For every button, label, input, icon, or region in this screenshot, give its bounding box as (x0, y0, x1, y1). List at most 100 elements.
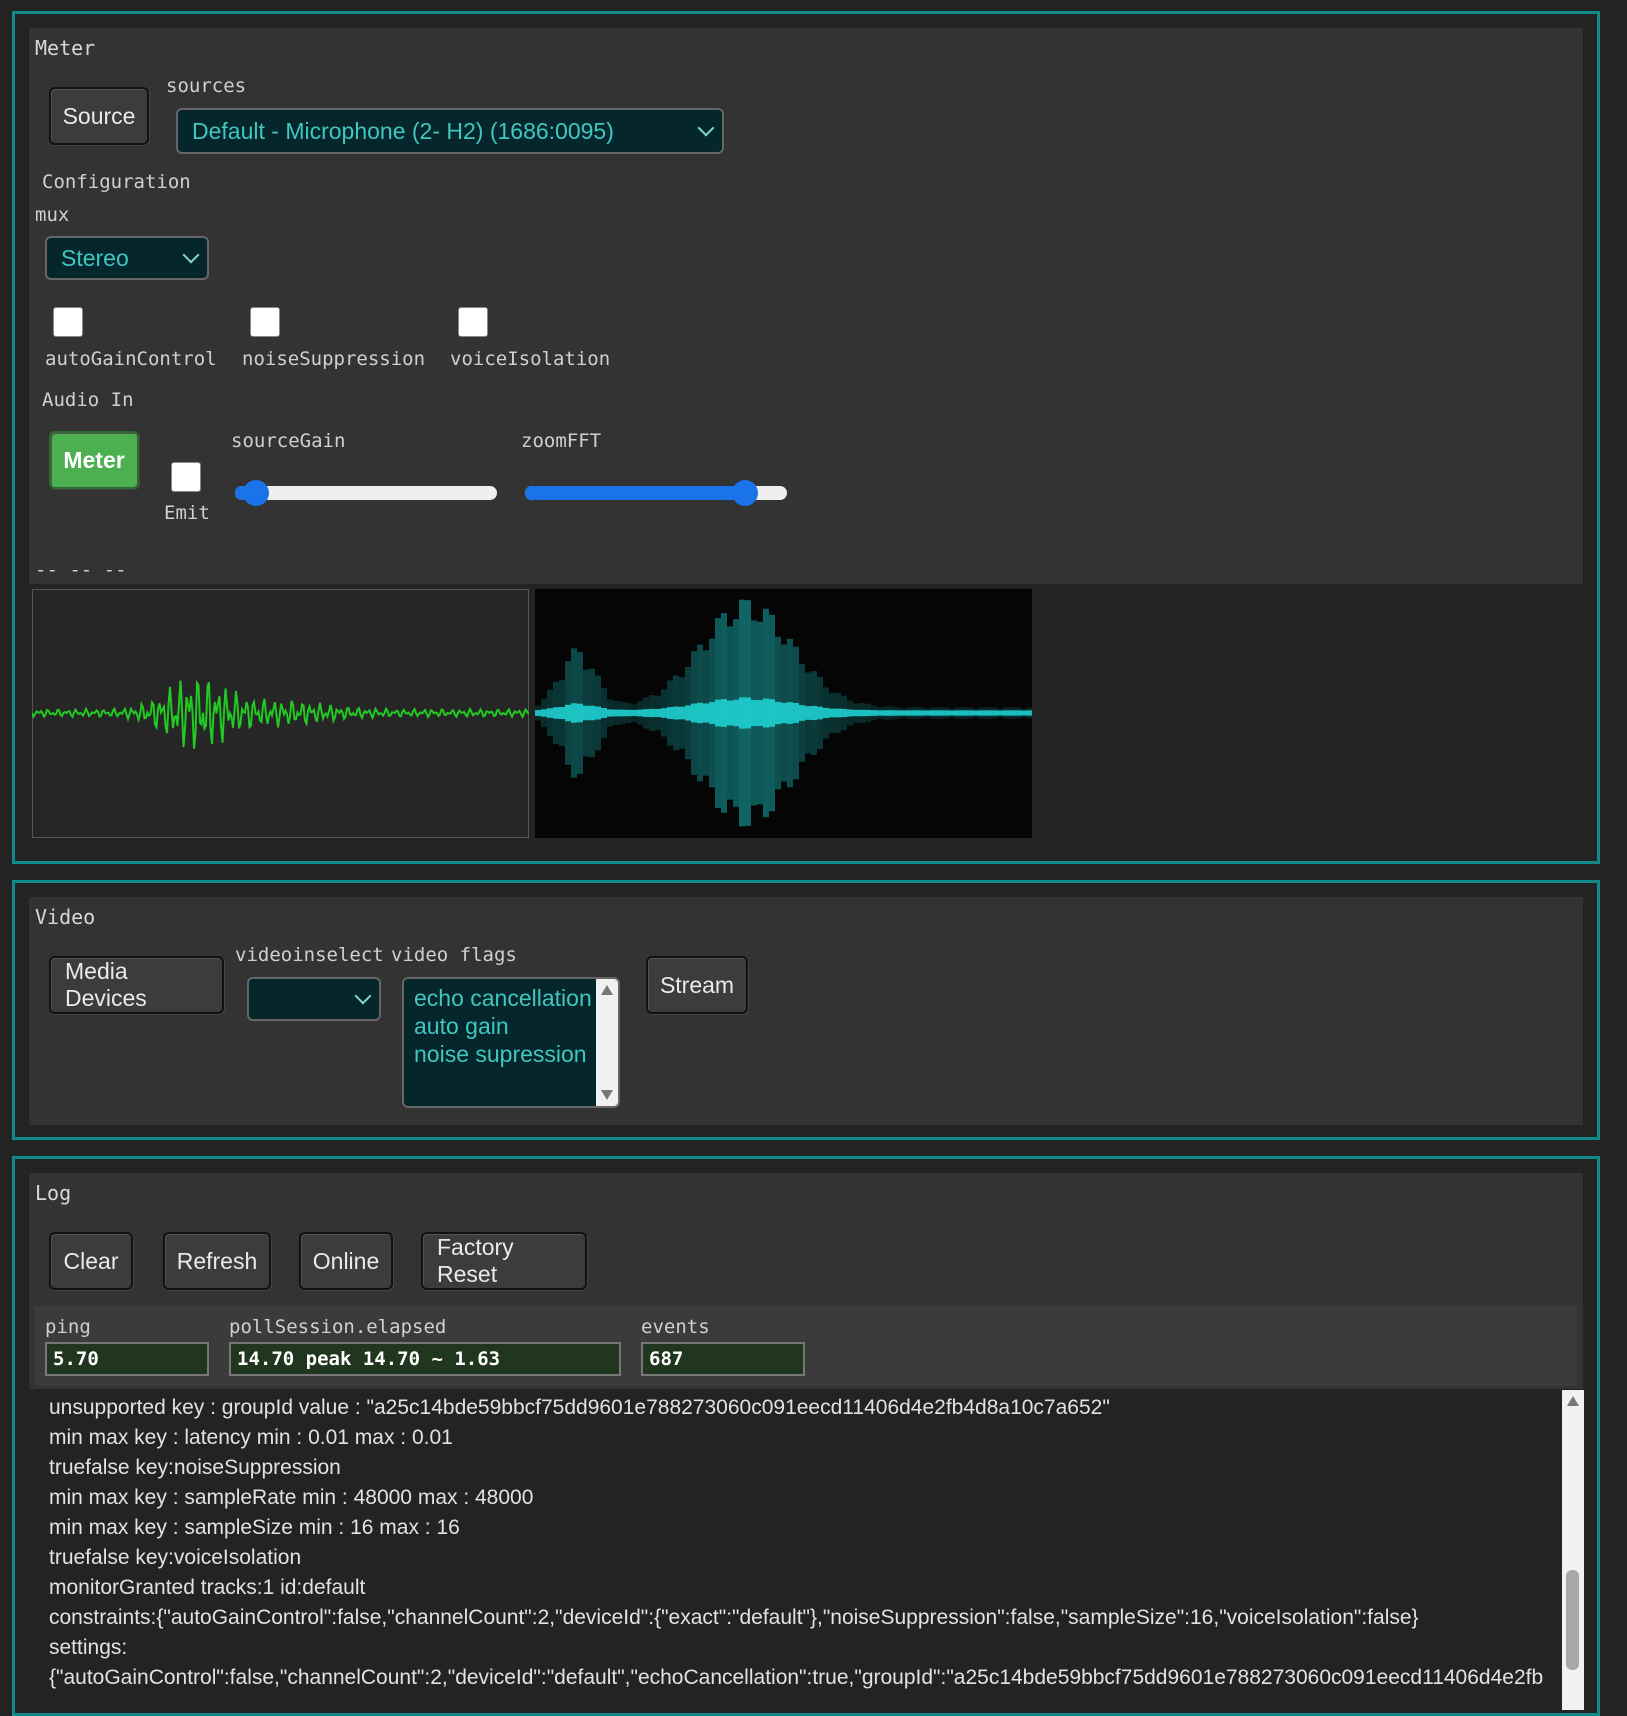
refresh-button[interactable]: Refresh (163, 1232, 271, 1290)
video-panel: Video Media Devices videoinselect video … (12, 880, 1600, 1140)
media-devices-button[interactable]: Media Devices (49, 956, 224, 1014)
mux-label: mux (35, 204, 70, 226)
spectrum-core (997, 710, 1003, 716)
spectrum-core (745, 697, 751, 729)
spectrum-core (919, 710, 925, 716)
chevron-down-icon (354, 987, 372, 1005)
spectrum-canvas (535, 589, 1032, 838)
log-line: constraints:{"autoGainControl":false,"ch… (49, 1606, 1419, 1629)
spectrum-core (877, 710, 883, 716)
events-field[interactable]: 687 (641, 1342, 805, 1376)
log-line: min max key : sampleSize min : 16 max : … (49, 1516, 460, 1539)
zoom-fft-slider[interactable] (525, 480, 787, 506)
source-button[interactable]: Source (49, 87, 149, 145)
spectrum-core (679, 706, 685, 720)
chevron-down-icon (182, 246, 200, 264)
video-flag-option[interactable]: noise supression (414, 1041, 587, 1068)
spectrum-core (541, 709, 547, 717)
spectrum-core (1009, 710, 1015, 716)
spectrum-core (829, 708, 835, 718)
log-line: truefalse key:voiceIsolation (49, 1546, 302, 1569)
spectrum-core (637, 709, 643, 717)
videoinselect-select[interactable] (247, 977, 381, 1021)
ping-field[interactable]: 5.70 (45, 1342, 209, 1376)
log-output[interactable]: unsupported key : groupId value : "a25c1… (29, 1390, 1584, 1710)
spectrum-core (715, 699, 721, 727)
voice-isolation-checkbox[interactable] (458, 307, 488, 337)
spectrum-core (799, 705, 805, 721)
log-line: monitorGranted tracks:1 id:default (49, 1576, 366, 1599)
spectrum-core (673, 706, 679, 720)
spectrum-core (721, 699, 727, 727)
poll-session-field[interactable]: 14.70 peak 14.70 ~ 1.63 (229, 1342, 621, 1376)
video-flag-option[interactable]: echo cancellation (414, 985, 592, 1012)
spectrum-core (667, 707, 673, 719)
spectrum-core (559, 707, 565, 719)
spectrum-core (1015, 710, 1021, 716)
spectrum-core (649, 708, 655, 718)
source-gain-label: sourceGain (231, 430, 346, 452)
source-gain-slider[interactable] (235, 480, 497, 506)
scroll-up-icon[interactable] (601, 985, 613, 995)
spectrum-core (913, 710, 919, 716)
source-gain-slider-thumb[interactable] (242, 480, 269, 506)
stats-bar: ping 5.70 pollSession.elapsed 14.70 peak… (35, 1306, 1577, 1386)
spectrum-core (985, 710, 991, 716)
voice-isolation-label: voiceIsolation (450, 348, 611, 370)
spectrum-core (889, 710, 895, 716)
spectrum-core (613, 709, 619, 717)
log-scrollbar[interactable] (1562, 1390, 1584, 1710)
zoom-fft-slider-thumb[interactable] (732, 480, 759, 506)
log-line: settings: (49, 1636, 128, 1659)
spectrum-core (883, 710, 889, 716)
stream-button[interactable]: Stream (646, 956, 748, 1014)
log-line: min max key : latency min : 0.01 max : 0… (49, 1426, 453, 1449)
spectrum-core (787, 702, 793, 724)
spectrum-core (805, 706, 811, 720)
mux-select[interactable]: Stereo (45, 236, 209, 280)
log-line: truefalse key:noiseSuppression (49, 1456, 341, 1479)
spectrum-core (979, 710, 985, 716)
spectrum-core (661, 708, 667, 718)
spectrum-core (589, 705, 595, 721)
scroll-up-icon[interactable] (1567, 1396, 1579, 1406)
waveform-canvas (32, 589, 529, 838)
spectrum-core (607, 709, 613, 717)
spectrum-core (973, 710, 979, 716)
video-title: Video (35, 905, 96, 929)
spectrum-core (625, 709, 631, 717)
video-flags-listbox[interactable]: echo cancellation auto gain noise supres… (402, 977, 620, 1108)
spectrum-core (751, 699, 757, 727)
emit-checkbox[interactable] (171, 462, 201, 492)
scrollbar-thumb[interactable] (1566, 1570, 1579, 1670)
log-line: {"autoGainControl":false,"channelCount":… (49, 1666, 1544, 1689)
spectrum-core (769, 699, 775, 727)
listbox-scrollbar[interactable] (596, 979, 618, 1106)
log-line: unsupported key : groupId value : "a25c1… (49, 1396, 1110, 1419)
spectrum-core (925, 710, 931, 716)
online-button[interactable]: Online (299, 1232, 393, 1290)
clear-button[interactable]: Clear (49, 1232, 133, 1290)
video-flag-option[interactable]: auto gain (414, 1013, 509, 1040)
sources-select[interactable]: Default - Microphone (2- H2) (1686:0095) (176, 108, 724, 154)
spectrum-core (727, 700, 733, 726)
auto-gain-control-checkbox[interactable] (53, 307, 83, 337)
noise-suppression-label: noiseSuppression (242, 348, 426, 370)
factory-reset-button[interactable]: Factory Reset (421, 1232, 587, 1290)
spectrum-core (871, 710, 877, 716)
zoom-fft-label: zoomFFT (521, 430, 602, 452)
scroll-down-icon[interactable] (601, 1090, 613, 1100)
spectrum-core (841, 708, 847, 718)
auto-gain-control-label: autoGainControl (45, 348, 217, 370)
log-line: min max key : sampleRate min : 48000 max… (49, 1486, 534, 1509)
configuration-label: Configuration (42, 171, 191, 193)
meter-button[interactable]: Meter (49, 431, 139, 489)
spectrum-core (739, 697, 745, 729)
spectrum-core (631, 709, 637, 717)
emit-label: Emit (164, 502, 210, 524)
spectrum-core (817, 706, 823, 720)
meter-controls-area: Meter Source sources Default - Microphon… (29, 28, 1583, 584)
spectrum-core (955, 710, 961, 716)
noise-suppression-checkbox[interactable] (250, 307, 280, 337)
spectrum-core (547, 708, 553, 718)
